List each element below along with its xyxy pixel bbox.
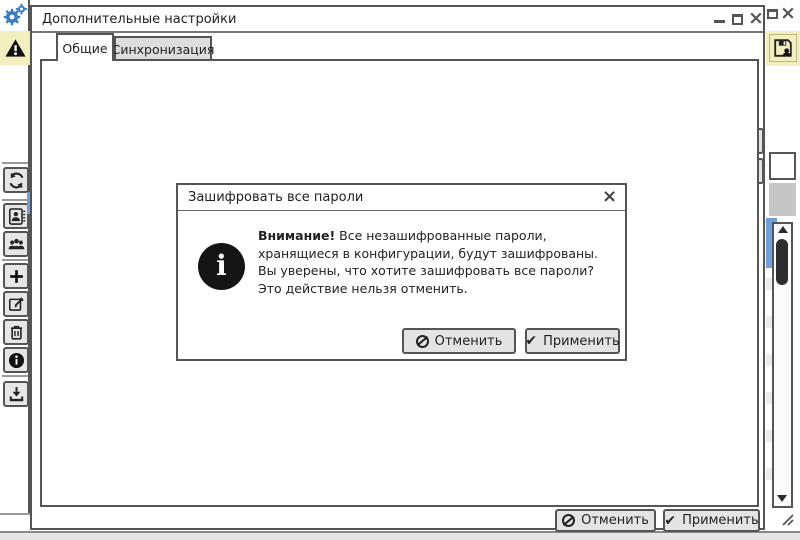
check-icon: ✔ [664,512,677,529]
minimize-button[interactable] [714,20,725,23]
dialog-apply-button[interactable]: ✔ Применить [663,509,760,532]
save-user-icon [774,39,792,57]
sidebar-separator [2,259,28,261]
warning-icon [4,38,26,57]
sidebar-separator [2,162,28,164]
add-button[interactable] [3,263,29,289]
maximize-button[interactable] [732,14,743,25]
warning-prefix: Внимание! [258,228,336,243]
window-maximize-button[interactable] [767,9,778,19]
plus-icon [9,269,23,283]
group-icon [8,238,24,249]
delete-button[interactable] [3,319,29,345]
refresh-icon [9,172,23,188]
warning-toolbar-cell[interactable] [0,31,30,65]
info-button[interactable] [3,347,29,373]
import-button[interactable] [3,381,29,407]
sidebar-bottom-divider [0,513,30,515]
dialog-titlebar[interactable]: Дополнительные настройки [32,7,763,33]
modal-close-button[interactable]: × [602,186,617,207]
modal-message: Внимание! Все незашифрованные пароли, хр… [258,228,599,296]
dialog-title: Дополнительные настройки [42,11,237,27]
contacts-button[interactable] [3,203,29,229]
encrypt-passwords-modal: Зашифровать все пароли × i Внимание! Все… [176,183,627,361]
edit-button[interactable] [3,291,29,317]
sidebar-separator [2,199,28,201]
trash-icon [10,325,22,340]
cancel-icon [562,514,576,527]
scrollbar-thumb[interactable] [776,239,788,285]
group-button[interactable] [3,231,29,257]
scrollbar[interactable] [772,222,793,508]
tab-sync[interactable]: Синхронизация [112,36,214,61]
check-icon: ✔ [525,333,538,349]
contact-book-icon [8,207,25,225]
modal-title: Зашифровать все пароли [188,190,364,205]
window-close-button[interactable]: × [780,2,796,24]
modal-apply-button[interactable]: ✔ Применить [525,328,620,354]
background-list-cell [769,183,796,216]
background-list-header [769,152,796,180]
tab-general[interactable]: Общие [56,33,114,61]
info-icon [8,352,24,368]
close-button[interactable]: × [748,7,764,29]
modal-cancel-button[interactable]: Отменить [402,328,516,354]
modal-titlebar[interactable]: Зашифровать все пароли [178,185,625,211]
resize-grip[interactable] [779,512,797,528]
edit-icon [8,296,24,311]
scroll-up-arrow[interactable] [777,226,788,233]
import-icon [9,386,23,401]
window-bottom-edge [0,531,800,540]
refresh-button[interactable] [3,167,29,193]
dialog-cancel-button[interactable]: Отменить [555,509,656,532]
scroll-down-arrow[interactable] [777,495,787,502]
save-user-button[interactable] [769,34,797,62]
settings-gears-icon[interactable] [2,2,28,28]
cancel-icon [415,334,429,348]
info-icon: i [198,243,245,290]
sidebar-separator [2,375,28,377]
